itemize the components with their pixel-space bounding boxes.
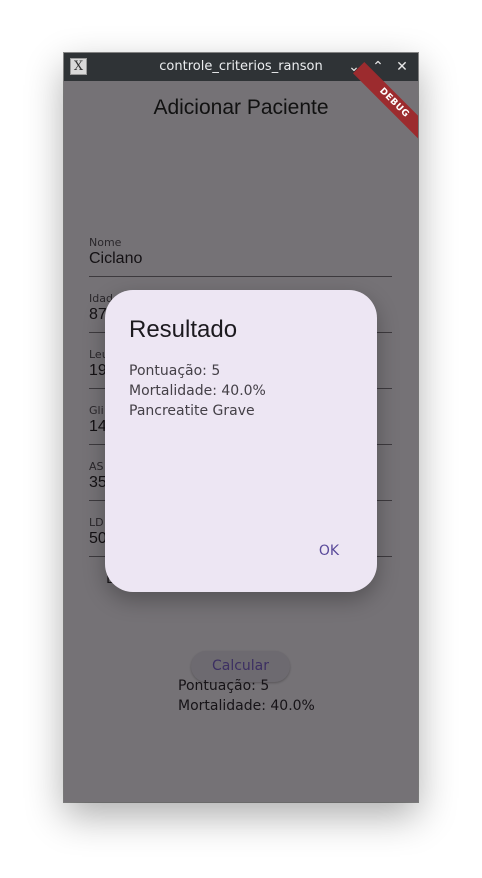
result-dialog: Resultado Pontuação: 5 Mortalidade: 40.0…	[105, 290, 377, 592]
close-icon: ✕	[396, 59, 408, 75]
app-content: Adicionar Paciente DEBUG Nome Ciclano Id…	[64, 61, 418, 802]
page-title: Adicionar Paciente	[153, 96, 329, 119]
dialog-title: Resultado	[129, 316, 238, 343]
app-window: X controle_criterios_ranson ⌄ ⌃ ✕ Adicio…	[64, 53, 418, 802]
dialog-score: Pontuação: 5	[129, 363, 221, 379]
name-field-label: Nome	[89, 236, 122, 249]
result-score: Pontuação: 5	[178, 678, 270, 694]
glucose-field-label: Gli	[89, 404, 104, 417]
ok-button[interactable]: OK	[305, 535, 353, 567]
dialog-classification: Pancreatite Grave	[129, 403, 255, 419]
result-mortality: Mortalidade: 40.0%	[178, 698, 315, 714]
ast-field-label: AS	[89, 460, 104, 473]
close-button[interactable]: ✕	[393, 58, 411, 76]
name-field-value: Ciclano	[89, 250, 143, 267]
name-field[interactable]: Nome Ciclano	[89, 236, 392, 277]
dialog-mortality: Mortalidade: 40.0%	[129, 383, 266, 399]
ldh-field-label: LD	[89, 516, 104, 529]
